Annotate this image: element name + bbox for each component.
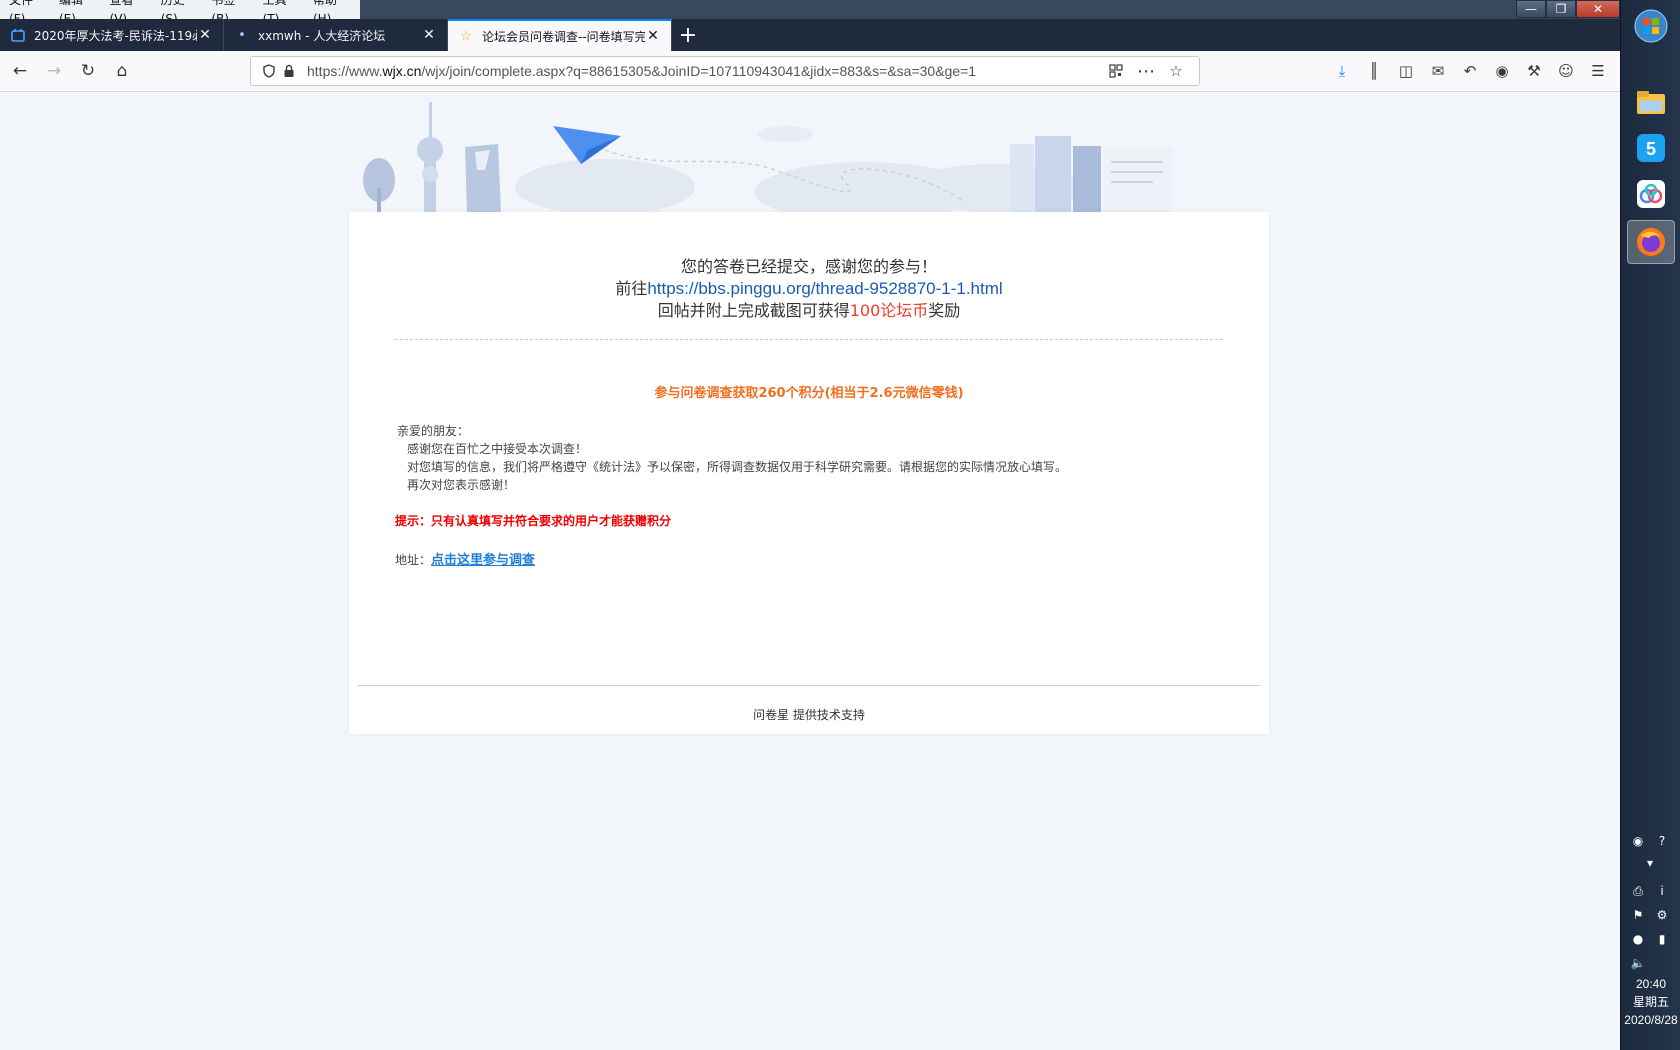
ime-icon[interactable]: ◉ bbox=[1629, 832, 1647, 850]
restore-icon[interactable]: ❐ bbox=[1546, 0, 1576, 18]
reward-prefix: 回帖并附上完成截图可获得 bbox=[657, 301, 850, 320]
start-button[interactable] bbox=[1627, 4, 1675, 48]
url-text[interactable]: https://www.wjx.cn/wjx/join/complete.asp… bbox=[299, 63, 1101, 79]
reload-button[interactable]: ↻ bbox=[72, 55, 104, 87]
close-window-icon[interactable]: ✕ bbox=[1576, 0, 1620, 18]
network-app-icon[interactable]: ● bbox=[1629, 930, 1647, 948]
survey-letter: 亲爱的朋友： 感谢您在百忙之中接受本次调查！ 对您填写的信息，我们将严格遵守《统… bbox=[397, 422, 1217, 494]
clock-weekday: 星期五 bbox=[1632, 995, 1669, 1009]
home-button[interactable]: ⌂ bbox=[106, 55, 138, 87]
back-button[interactable]: ← bbox=[4, 55, 36, 87]
tip-text: 提示：只有认真填写并符合要求的用户才能获赠积分 bbox=[395, 514, 672, 528]
survey-link[interactable]: 点击这里参与调查 bbox=[431, 553, 535, 568]
bookmark-star-icon[interactable]: ☆ bbox=[1161, 62, 1191, 80]
navigation-bar: ← → ↻ ⌂ https://www.wjx.cn/wjx/join/comp… bbox=[0, 51, 1620, 92]
svg-text:5: 5 bbox=[1646, 139, 1656, 159]
lock-icon[interactable] bbox=[279, 64, 299, 78]
forum-link-prefix: 前往 bbox=[615, 279, 648, 298]
close-tab-icon[interactable]: ✕ bbox=[197, 27, 213, 43]
page-content: 您的答卷已经提交，感谢您的参与！ 前往https://bbs.pinggu.or… bbox=[0, 92, 1620, 1050]
tv-tower-icon bbox=[417, 102, 443, 212]
windows-taskbar: 5 ◉ ? ▾ ⎙ i ⚑ ⚙ ● ▮ 🔈 20:40 星期五 2020/8/2… bbox=[1620, 0, 1680, 1050]
books-icon bbox=[1010, 136, 1101, 212]
close-tab-icon[interactable]: ✕ bbox=[421, 27, 437, 43]
volume-icon[interactable]: 🔈 bbox=[1629, 954, 1647, 972]
building-icon bbox=[465, 144, 501, 212]
tab-law-exam[interactable]: 2020年厚大法考-民诉法-119必 ✕ bbox=[0, 19, 224, 51]
tab-label: xxmwh - 人大经济论坛 bbox=[258, 28, 386, 43]
tree-icon bbox=[363, 158, 395, 212]
show-hidden-icons[interactable]: ▾ bbox=[1641, 854, 1659, 872]
letter-paragraph: 再次对您表示感谢！ bbox=[407, 478, 516, 492]
tab-survey-complete[interactable]: ☆ 论坛会员问卷调查--问卷填写完 ✕ bbox=[448, 19, 672, 51]
menu-bar: 文件(F) 编辑(E) 查看(V) 历史(S) 书签(B) 工具(T) 帮助(H… bbox=[0, 0, 360, 26]
download-icon[interactable]: ⤓ bbox=[1326, 55, 1358, 87]
more-actions-icon[interactable]: ⋯ bbox=[1131, 61, 1161, 82]
firefox-icon[interactable] bbox=[1627, 220, 1675, 264]
shield-icon[interactable] bbox=[259, 64, 279, 78]
scroll-icon bbox=[1103, 148, 1173, 212]
paper-plane-icon bbox=[553, 126, 621, 164]
system-clock[interactable]: 20:40 星期五 2020/8/28 bbox=[1621, 975, 1680, 1029]
points-heading: 参与问卷调查获取260个积分(相当于2.6元微信零钱) bbox=[654, 386, 964, 401]
result-card: 您的答卷已经提交，感谢您的参与！ 前往https://bbs.pinggu.or… bbox=[349, 212, 1269, 734]
tab-label: 论坛会员问卷调查--问卷填写完 bbox=[482, 29, 645, 44]
footer-credit[interactable]: 问卷星 提供技术支持 bbox=[349, 706, 1269, 723]
toolbar-right: ⤓ ║ ◫ ✉ ↶ ◉ ⚒ ☺ ☰ bbox=[1326, 55, 1614, 87]
library-icon[interactable]: ║ bbox=[1358, 55, 1390, 87]
extension-color-icon[interactable]: ◉ bbox=[1486, 55, 1518, 87]
settings-icon[interactable]: ⚙ bbox=[1653, 906, 1671, 924]
app-5-icon[interactable]: 5 bbox=[1627, 126, 1675, 170]
forward-button[interactable]: → bbox=[38, 55, 70, 87]
sidebar-icon[interactable]: ◫ bbox=[1390, 55, 1422, 87]
baidu-netdisk-icon[interactable] bbox=[1627, 172, 1675, 216]
menu-icon[interactable]: ☰ bbox=[1582, 55, 1614, 87]
forum-thread-link[interactable]: https://bbs.pinggu.org/thread-9528870-1-… bbox=[647, 279, 1002, 298]
submission-thanks: 您的答卷已经提交，感谢您的参与！ bbox=[680, 257, 937, 276]
file-explorer-icon[interactable] bbox=[1627, 80, 1675, 124]
window-controls: — ❐ ✕ bbox=[1516, 0, 1620, 19]
browser-window: 文件(F) 编辑(E) 查看(V) 历史(S) 书签(B) 工具(T) 帮助(H… bbox=[0, 0, 1620, 1050]
letter-greeting: 亲爱的朋友： bbox=[397, 424, 470, 438]
calendar-icon bbox=[10, 27, 26, 43]
dot-icon: • bbox=[238, 27, 246, 43]
star-icon: ☆ bbox=[460, 28, 472, 44]
reward-amount: 100论坛币 bbox=[849, 301, 929, 320]
forum-link-line: 前往https://bbs.pinggu.org/thread-9528870-… bbox=[349, 278, 1269, 300]
close-tab-icon[interactable]: ✕ bbox=[645, 28, 661, 44]
clock-date: 2020/8/28 bbox=[1624, 1013, 1678, 1027]
dashed-divider bbox=[395, 339, 1223, 340]
survey-address: 地址：点击这里参与调查 bbox=[395, 549, 535, 568]
extension-icon[interactable]: ⚒ bbox=[1518, 55, 1550, 87]
reward-line: 回帖并附上完成截图可获得100论坛币奖励 bbox=[349, 300, 1269, 322]
undo-icon[interactable]: ↶ bbox=[1454, 55, 1486, 87]
tab-strip: 2020年厚大法考-民诉法-119必 ✕ • xxmwh - 人大经济论坛 ✕ … bbox=[0, 19, 1620, 51]
tab-pinggu-forum[interactable]: • xxmwh - 人大经济论坛 ✕ bbox=[224, 19, 448, 51]
reward-suffix: 奖励 bbox=[928, 301, 961, 320]
letter-paragraph: 感谢您在百忙之中接受本次调查！ bbox=[407, 442, 588, 456]
printer-icon[interactable]: ⎙ bbox=[1629, 882, 1647, 900]
header-illustration bbox=[363, 102, 1173, 212]
qr-code-icon[interactable] bbox=[1101, 64, 1131, 78]
info-icon[interactable]: i bbox=[1653, 882, 1671, 900]
letter-paragraph: 对您填写的信息，我们将严格遵守《统计法》予以保密，所得调查数据仅用于科学研究需要… bbox=[407, 460, 1068, 474]
minimize-icon[interactable]: — bbox=[1516, 0, 1546, 18]
security-icon[interactable]: ⚑ bbox=[1629, 906, 1647, 924]
address-label: 地址： bbox=[395, 553, 432, 567]
tab-label: 2020年厚大法考-民诉法-119必 bbox=[34, 28, 197, 43]
clock-time: 20:40 bbox=[1635, 977, 1667, 991]
address-bar[interactable]: https://www.wjx.cn/wjx/join/complete.asp… bbox=[250, 56, 1200, 86]
footer-divider bbox=[358, 685, 1260, 686]
chat-icon[interactable]: ✉ bbox=[1422, 55, 1454, 87]
new-tab-button[interactable]: + bbox=[672, 19, 704, 51]
signal-icon[interactable]: ▮ bbox=[1653, 930, 1671, 948]
help-icon[interactable]: ? bbox=[1653, 832, 1671, 850]
account-icon[interactable]: ☺ bbox=[1550, 55, 1582, 87]
